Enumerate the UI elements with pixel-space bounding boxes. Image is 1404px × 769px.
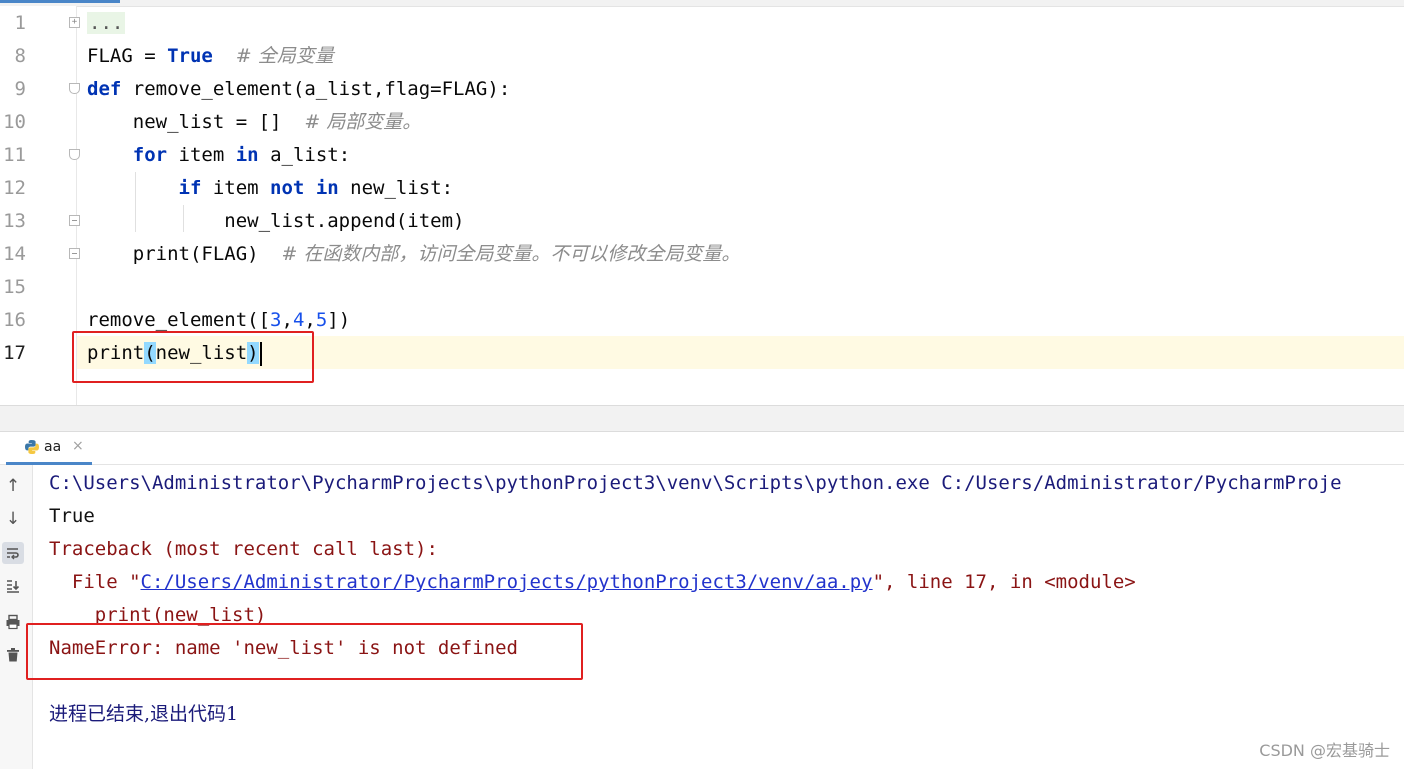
code-line-12: if item not in new_list: bbox=[87, 172, 454, 205]
line-number-current: 17 bbox=[3, 342, 26, 364]
arrow-down-icon[interactable]: ↓ bbox=[2, 508, 24, 530]
console-traceback-file: File "C:/Users/Administrator/PycharmProj… bbox=[49, 566, 1136, 599]
file-path-link[interactable]: C:/Users/Administrator/PycharmProjects/p… bbox=[141, 571, 873, 593]
comment: # 全局变量 bbox=[235, 45, 334, 67]
code-text: new_list = [] bbox=[87, 111, 305, 133]
line-number: 11 bbox=[3, 144, 26, 166]
fold-end-icon[interactable] bbox=[69, 248, 80, 259]
run-tab-label: aa bbox=[44, 439, 62, 455]
keyword-for: for bbox=[132, 144, 168, 166]
line-number: 9 bbox=[14, 78, 26, 100]
close-icon[interactable]: × bbox=[72, 438, 84, 454]
folded-imports-placeholder[interactable]: ... bbox=[87, 12, 126, 34]
run-tool-window-tabs: aa × bbox=[0, 432, 1404, 465]
editor-tab-strip bbox=[0, 0, 1404, 7]
fold-collapse-icon[interactable] bbox=[69, 149, 80, 160]
comment: # 在函数内部，访问全局变量。不可以修改全局变量。 bbox=[281, 243, 741, 265]
fold-collapse-icon[interactable] bbox=[69, 83, 80, 94]
arrow-up-icon[interactable]: ↑ bbox=[2, 475, 24, 497]
line-number: 14 bbox=[3, 243, 26, 265]
code-text: print(FLAG) bbox=[87, 243, 282, 265]
code-line-13: new_list.append(item) bbox=[87, 210, 465, 232]
code-text: remove_element([ bbox=[87, 309, 271, 331]
code-text: ]) bbox=[327, 309, 351, 331]
line-number: 13 bbox=[3, 210, 26, 232]
line-number-gutter[interactable]: 1 8 9 10 11 12 13 14 15 16 17 + bbox=[0, 6, 80, 405]
keyword-in: in bbox=[315, 177, 339, 199]
keyword-if: if bbox=[178, 177, 202, 199]
code-editor[interactable]: 1 8 9 10 11 12 13 14 15 16 17 + ... FLAG… bbox=[0, 0, 1404, 405]
code-text: remove_element(a_list,flag=FLAG): bbox=[121, 78, 511, 100]
comma: , bbox=[281, 309, 293, 331]
fold-end-icon[interactable] bbox=[69, 215, 80, 226]
console-output-line: True bbox=[49, 505, 95, 527]
run-tab-aa[interactable]: aa × bbox=[6, 432, 92, 465]
comment: # 局部变量。 bbox=[304, 111, 422, 133]
annotation-highlight-box bbox=[26, 623, 583, 680]
python-icon bbox=[25, 440, 39, 454]
keyword-not: not bbox=[270, 177, 305, 199]
line-number: 12 bbox=[3, 177, 26, 199]
code-line-9: def remove_element(a_list,flag=FLAG): bbox=[87, 73, 510, 106]
code-text: new_list: bbox=[338, 177, 454, 199]
code-line-14: print(FLAG) # 在函数内部，访问全局变量。不可以修改全局变量。 bbox=[87, 238, 741, 271]
code-line-11: for item in a_list: bbox=[87, 139, 350, 172]
keyword-def: def bbox=[87, 78, 122, 100]
console-exit-message: 进程已结束,退出代码1 bbox=[49, 703, 239, 725]
comma: , bbox=[304, 309, 316, 331]
trash-icon[interactable] bbox=[2, 644, 24, 666]
keyword-true: True bbox=[167, 45, 213, 67]
line-number: 15 bbox=[3, 276, 26, 298]
code-line-8: FLAG = True # 全局变量 bbox=[87, 40, 334, 73]
console-text: File " bbox=[49, 571, 141, 593]
console-text: ", line 17, in <module> bbox=[872, 571, 1136, 593]
console-traceback-header: Traceback (most recent call last): bbox=[49, 538, 438, 560]
line-number: 10 bbox=[3, 111, 26, 133]
run-toolbar: ↑ ↓ bbox=[0, 465, 33, 769]
number-literal: 3 bbox=[270, 309, 282, 331]
code-text: item bbox=[201, 177, 271, 199]
code-line-1: ... bbox=[87, 7, 126, 40]
line-number: 16 bbox=[3, 309, 26, 331]
watermark: CSDN @宏基骑士 bbox=[1259, 741, 1390, 760]
code-line-10: new_list = [] # 局部变量。 bbox=[87, 106, 422, 139]
number-literal: 5 bbox=[315, 309, 328, 331]
panel-splitter[interactable] bbox=[0, 405, 1404, 432]
line-number: 8 bbox=[14, 45, 26, 67]
active-editor-tab-indicator bbox=[0, 0, 120, 3]
run-console-output[interactable]: C:\Users\Administrator\PycharmProjects\p… bbox=[33, 465, 1404, 769]
console-command-line: C:\Users\Administrator\PycharmProjects\p… bbox=[49, 472, 1342, 494]
scroll-to-end-icon[interactable] bbox=[2, 575, 24, 597]
soft-wrap-icon[interactable] bbox=[2, 542, 24, 564]
annotation-highlight-box bbox=[72, 331, 314, 383]
line-number: 1 bbox=[14, 12, 26, 34]
print-icon[interactable] bbox=[2, 611, 24, 633]
code-text: a_list: bbox=[258, 144, 351, 166]
code-text: FLAG = bbox=[87, 45, 168, 67]
keyword-in: in bbox=[235, 144, 259, 166]
number-literal: 4 bbox=[292, 309, 305, 331]
code-text: item bbox=[167, 144, 236, 166]
fold-expand-icon[interactable]: + bbox=[69, 17, 80, 28]
